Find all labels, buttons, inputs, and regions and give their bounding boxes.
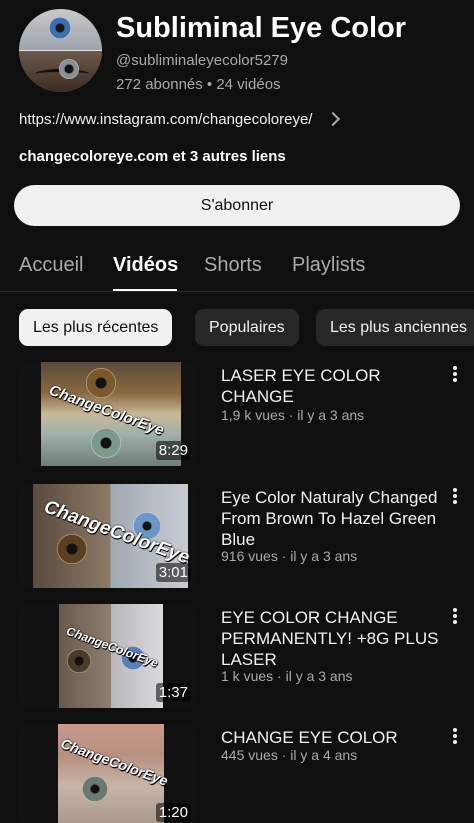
video-duration: 1:20 [155,803,191,822]
chip-oldest[interactable]: Les plus anciennes [316,309,474,346]
more-links[interactable]: changecoloreye.com et 3 autres liens [19,148,286,165]
chip-popular[interactable]: Populaires [195,309,299,346]
active-tab-indicator [113,289,177,291]
more-vert-icon[interactable] [448,488,462,506]
subscribe-button[interactable]: S'abonner [14,185,460,226]
video-thumbnail[interactable]: ChangeColorEye 8:29 [18,362,197,466]
video-meta: 1 k vues · il y a 3 ans [221,668,353,684]
video-thumbnail[interactable]: ChangeColorEye 1:37 [18,604,197,708]
tab-shorts[interactable]: Shorts [204,254,262,277]
thumbnail-eye [82,776,108,802]
sort-chips: Les plus récentes Populaires Les plus an… [0,309,474,347]
video-duration: 3:01 [155,563,191,582]
video-title[interactable]: EYE COLOR CHANGE PERMANENTLY! +8G PLUS L… [221,607,443,670]
more-vert-icon[interactable] [448,608,462,626]
thumbnail-brown-eye [67,649,91,673]
channel-name: Subliminal Eye Color [116,12,407,44]
channel-handle: @subliminaleyecolor5279 [116,52,288,69]
video-thumbnail[interactable]: ChangeColorEye 1:20 [18,724,197,823]
video-meta: 445 vues · il y a 4 ans [221,747,358,763]
video-meta: 1,9 k vues · il y a 3 ans [221,407,365,423]
channel-header: Subliminal Eye Color @subliminaleyecolor… [0,0,474,100]
video-title[interactable]: LASER EYE COLOR CHANGE [221,365,443,407]
tab-accueil[interactable]: Accueil [19,254,83,277]
video-meta: 916 vues · il y a 3 ans [221,548,358,564]
channel-stats: 272 abonnés • 24 vidéos [116,76,281,93]
video-item[interactable]: ChangeColorEye 1:20 CHANGE EYE COLOR 445… [0,724,474,823]
video-title[interactable]: CHANGE EYE COLOR [221,727,443,748]
channel-link[interactable]: https://www.instagram.com/changecoloreye… [19,111,312,128]
avatar-blue-eye [49,17,71,39]
thumbnail-brown-eye [57,534,87,564]
channel-avatar[interactable] [19,9,102,92]
chip-latest[interactable]: Les plus récentes [19,309,173,346]
chevron-right-icon [326,111,341,127]
more-vert-icon[interactable] [448,366,462,384]
video-item[interactable]: ChangeColorEye 8:29 LASER EYE COLOR CHAN… [0,362,474,472]
video-thumbnail[interactable]: ChangeColorEye 3:01 [18,484,197,588]
channel-link-row[interactable]: https://www.instagram.com/changecoloreye… [19,108,459,130]
video-item[interactable]: ChangeColorEye 1:37 EYE COLOR CHANGE PER… [0,604,474,714]
video-duration: 8:29 [155,441,191,460]
thumbnail-green-eye [91,428,121,458]
thumbnail-brown-eye [86,368,116,398]
video-item[interactable]: ChangeColorEye 3:01 Eye Color Naturaly C… [0,484,474,594]
avatar-grey-eye [59,59,79,79]
video-title[interactable]: Eye Color Naturaly Changed From Brown To… [221,487,443,550]
channel-tabs: Accueil Vidéos Shorts Playlists [0,244,474,292]
video-duration: 1:37 [155,683,191,702]
tab-videos[interactable]: Vidéos [113,254,178,277]
more-vert-icon[interactable] [448,728,462,746]
tab-playlists[interactable]: Playlists [292,254,365,277]
